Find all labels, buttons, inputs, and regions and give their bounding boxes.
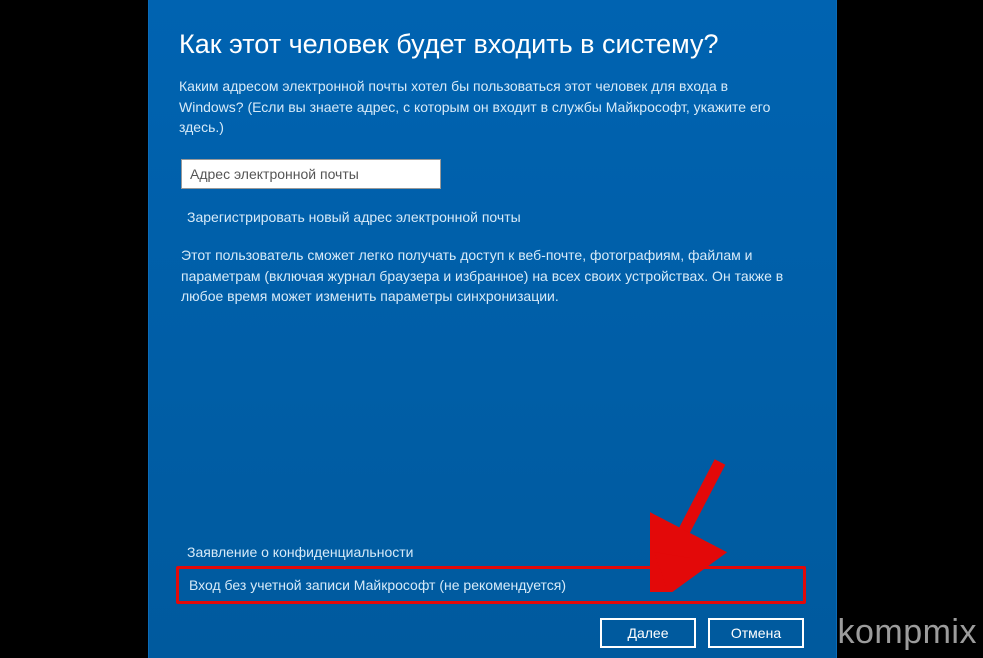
add-user-dialog: Как этот человек будет входить в систему… (148, 0, 837, 658)
sign-in-without-microsoft-account-link[interactable]: Вход без учетной записи Майкрософт (не р… (176, 566, 806, 604)
sync-info-text: Этот пользователь сможет легко получать … (181, 245, 801, 306)
privacy-statement-link[interactable]: Заявление о конфиденциальности (187, 544, 806, 560)
dialog-heading: Как этот человек будет входить в систему… (179, 28, 806, 60)
email-input[interactable] (181, 159, 441, 189)
next-button[interactable]: Далее (600, 618, 696, 648)
register-new-email-link[interactable]: Зарегистрировать новый адрес электронной… (187, 209, 806, 225)
cancel-button[interactable]: Отмена (708, 618, 804, 648)
button-row: Далее Отмена (179, 618, 806, 658)
watermark-text: kompmix (837, 613, 977, 652)
dialog-description: Каким адресом электронной почты хотел бы… (179, 76, 779, 137)
